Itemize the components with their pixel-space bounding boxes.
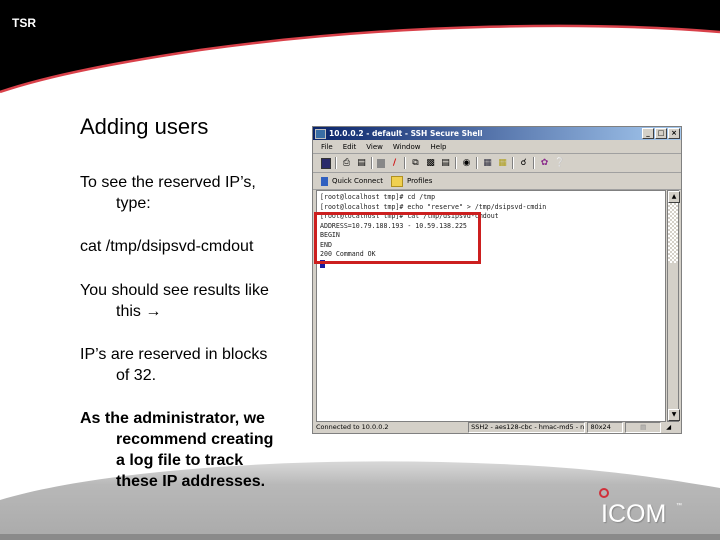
paragraph-recommendation: As the administrator, we recommend creat… bbox=[80, 408, 305, 492]
menu-file[interactable]: File bbox=[321, 143, 333, 151]
slide-title: Adding users bbox=[80, 114, 209, 139]
scroll-up-button[interactable]: ▲ bbox=[668, 191, 680, 203]
menu-bar: File Edit View Window Help bbox=[313, 140, 681, 154]
menu-help[interactable]: Help bbox=[431, 143, 447, 151]
toolbar-separator bbox=[335, 157, 337, 169]
window-title: 10.0.0.2 - default - SSH Secure Shell bbox=[329, 129, 483, 138]
toolbar-separator bbox=[476, 157, 478, 169]
save-icon[interactable] bbox=[321, 157, 331, 169]
trademark-symbol: ™ bbox=[676, 503, 682, 509]
paragraph-line: IP’s are reserved in blocks bbox=[80, 346, 268, 363]
paragraph-line: You should see results like bbox=[80, 282, 269, 299]
toolbar-separator bbox=[455, 157, 457, 169]
paragraph-line: recommend creating bbox=[116, 431, 274, 448]
paragraph-line: these IP addresses. bbox=[116, 473, 266, 490]
disconnect-icon[interactable]: / bbox=[389, 158, 400, 169]
paragraph-line: type: bbox=[116, 195, 151, 212]
find-icon[interactable]: ◉ bbox=[461, 158, 472, 169]
scroll-track[interactable] bbox=[668, 203, 678, 263]
toolbar-separator bbox=[533, 157, 535, 169]
results-highlight-box bbox=[314, 212, 481, 264]
paragraph-blocks: IP’s are reserved in blocks of 32. bbox=[80, 344, 305, 386]
vertical-scrollbar[interactable]: ▲ ▼ bbox=[667, 190, 680, 422]
maximize-button[interactable]: □ bbox=[655, 128, 667, 139]
toolbar-separator bbox=[512, 157, 514, 169]
copy-icon[interactable]: ⧉ bbox=[410, 158, 421, 169]
paragraph-line: this → bbox=[116, 303, 162, 320]
paragraph-command: cat /tmp/dsipsvd-cmdout bbox=[80, 236, 305, 257]
terminal-line: [root@localhost tmp]# echo "reserve" > /… bbox=[320, 202, 547, 211]
paragraph-line: a log file to track bbox=[116, 452, 244, 469]
print-icon[interactable]: ⎙ bbox=[341, 158, 352, 169]
icom-logo: ICOM bbox=[601, 500, 667, 528]
sftp-icon[interactable]: ✿ bbox=[539, 158, 550, 169]
paragraph-reserved-ips: To see the reserved IP’s, type: bbox=[80, 172, 305, 214]
status-lock-icon: ▤ bbox=[625, 421, 662, 433]
quick-connect-label: Quick Connect bbox=[332, 177, 383, 185]
header-label: TSR bbox=[12, 16, 36, 30]
paste-icon[interactable]: ▩ bbox=[425, 158, 436, 169]
profiles-button[interactable]: Profiles bbox=[390, 175, 433, 187]
window-titlebar[interactable]: 10.0.0.2 - default - SSH Secure Shell _ … bbox=[313, 127, 681, 140]
profiles-label: Profiles bbox=[406, 177, 433, 185]
connect-icon[interactable] bbox=[377, 158, 385, 168]
paragraph-line: As the administrator, we bbox=[80, 410, 265, 427]
icom-logo-ring bbox=[599, 488, 609, 498]
paste-alt-icon[interactable]: ▤ bbox=[440, 158, 451, 169]
toolbar-separator bbox=[371, 157, 373, 169]
header-band bbox=[0, 0, 720, 92]
footer-shadow bbox=[0, 534, 720, 540]
cipher-status: SSH2 - aes128-cbc - hmac-md5 - none bbox=[468, 421, 586, 433]
connection-status: Connected to 10.0.0.2 bbox=[316, 422, 389, 431]
menu-view[interactable]: View bbox=[366, 143, 383, 151]
terminal-size: 80x24 bbox=[587, 421, 624, 433]
folder-icon bbox=[390, 175, 403, 187]
minimize-button[interactable]: _ bbox=[642, 128, 654, 139]
settings-icon[interactable]: ▦ bbox=[482, 158, 493, 169]
resize-grip[interactable]: ◢ bbox=[663, 422, 679, 433]
quick-connect-button[interactable]: Quick Connect bbox=[321, 176, 383, 186]
terminal-line: [root@localhost tmp]# cd /tmp bbox=[320, 193, 436, 201]
menu-window[interactable]: Window bbox=[393, 143, 421, 151]
scroll-down-button[interactable]: ▼ bbox=[668, 409, 680, 421]
menu-edit[interactable]: Edit bbox=[343, 143, 357, 151]
paragraph-line: of 32. bbox=[116, 367, 157, 384]
toolbar: ⎙ ▤ / ⧉ ▩ ▤ ◉ ▦ ▦ ☌ ✿ ❔ bbox=[313, 154, 681, 173]
quick-connect-icon bbox=[321, 176, 328, 186]
paragraph-line: To see the reserved IP’s, bbox=[80, 174, 256, 191]
app-icon bbox=[315, 128, 326, 139]
paragraph-results: You should see results like this → bbox=[80, 280, 305, 322]
command-text: cat /tmp/dsipsvd-cmdout bbox=[80, 238, 254, 255]
ssh-window: 10.0.0.2 - default - SSH Secure Shell _ … bbox=[312, 126, 682, 434]
print-preview-icon[interactable]: ▤ bbox=[356, 158, 367, 169]
toolbar-separator bbox=[404, 157, 406, 169]
connect-toolbar: Quick Connect Profiles bbox=[313, 173, 681, 190]
status-bar: Connected to 10.0.0.2 SSH2 - aes128-cbc … bbox=[313, 421, 681, 433]
help-icon[interactable]: ❔ bbox=[554, 158, 565, 169]
close-button[interactable]: × bbox=[668, 128, 680, 139]
keys-icon[interactable]: ☌ bbox=[518, 158, 529, 169]
profile-icon[interactable]: ▦ bbox=[497, 158, 508, 169]
